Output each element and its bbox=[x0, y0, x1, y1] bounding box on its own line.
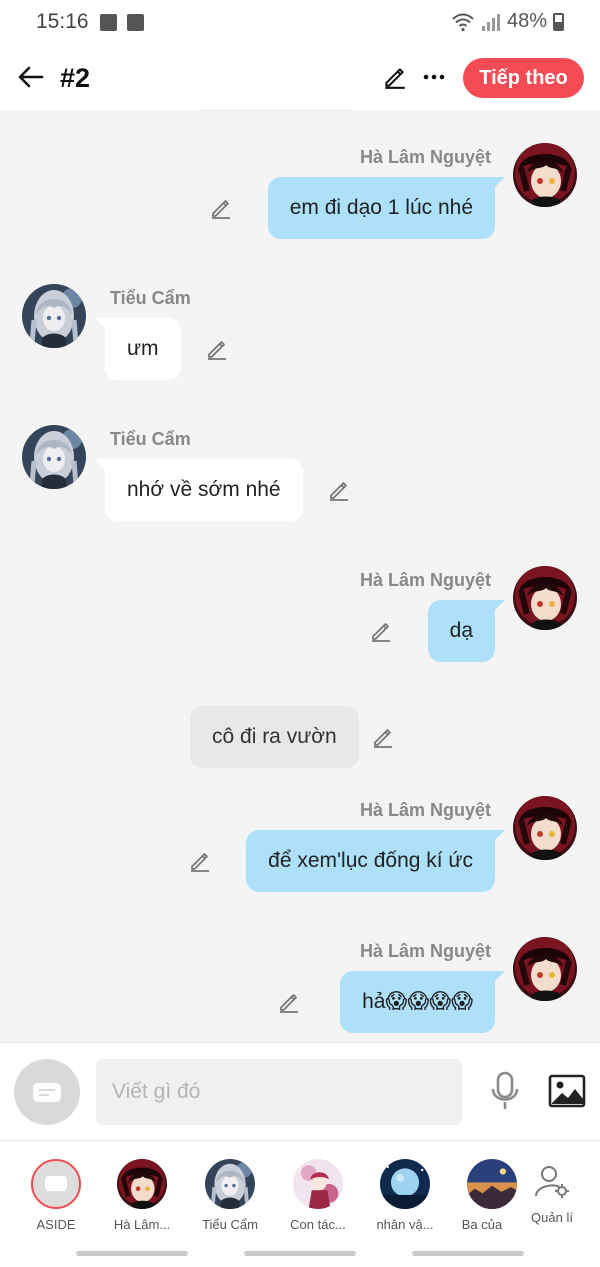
avatar[interactable] bbox=[22, 425, 86, 489]
avatar[interactable] bbox=[513, 566, 577, 630]
battery-icon bbox=[553, 12, 564, 31]
sender-name: Tiểu Cẩm bbox=[110, 288, 191, 308]
avatar[interactable] bbox=[513, 143, 577, 207]
comment-icon bbox=[33, 1083, 61, 1102]
character-label: Hà Lâm... bbox=[113, 1217, 171, 1232]
image-icon bbox=[100, 14, 117, 31]
sender-name: Tiểu Cẩm bbox=[110, 429, 191, 449]
character-item[interactable]: Tiểu Cẩm bbox=[190, 1159, 270, 1232]
signal-icon bbox=[481, 13, 500, 31]
microphone-icon[interactable] bbox=[488, 1071, 522, 1111]
message-bubble[interactable]: em đi dạo 1 lúc nhé bbox=[267, 177, 506, 239]
back-arrow-icon[interactable] bbox=[16, 62, 46, 92]
avatar bbox=[117, 1159, 167, 1209]
page-title: #2 bbox=[60, 63, 91, 93]
edit-message-icon[interactable] bbox=[371, 725, 395, 749]
nav-handle bbox=[76, 1251, 188, 1256]
character-item[interactable]: Ba của bbox=[447, 1159, 517, 1232]
chat-area: Hà Lâm Nguyệt em đi dạo 1 lúc nhé Tiểu C… bbox=[0, 110, 600, 1042]
sender-name: Hà Lâm Nguyệt bbox=[359, 147, 491, 167]
next-button[interactable]: Tiếp theo bbox=[463, 58, 584, 98]
edit-message-icon[interactable] bbox=[205, 337, 229, 361]
edit-icon[interactable] bbox=[382, 64, 408, 90]
character-aside[interactable]: ASIDE bbox=[16, 1159, 96, 1232]
avatar bbox=[293, 1159, 343, 1209]
message-bubble[interactable]: để xem'lục đống kí ức bbox=[246, 830, 505, 892]
avatar bbox=[205, 1159, 255, 1209]
edit-message-icon[interactable] bbox=[327, 478, 351, 502]
message-bubble[interactable]: dạ bbox=[427, 600, 506, 662]
wifi-icon bbox=[452, 13, 474, 31]
aside-avatar bbox=[31, 1159, 81, 1209]
manage-user-icon bbox=[535, 1166, 569, 1198]
character-label: Con tác... bbox=[290, 1217, 346, 1232]
character-item[interactable]: Hà Lâm... bbox=[102, 1159, 182, 1232]
avatar[interactable] bbox=[513, 796, 577, 860]
app-header: #2 Tiếp theo bbox=[0, 46, 600, 110]
character-label: nhân vậ... bbox=[376, 1217, 434, 1232]
nav-handle bbox=[244, 1251, 356, 1256]
check-square-icon bbox=[127, 14, 144, 31]
avatar bbox=[467, 1159, 517, 1209]
status-time: 15:16 bbox=[36, 10, 89, 33]
edit-message-icon[interactable] bbox=[277, 990, 301, 1014]
partial-message-bubble bbox=[188, 110, 364, 111]
edit-message-icon[interactable] bbox=[188, 849, 212, 873]
character-item[interactable]: Con tác... bbox=[278, 1159, 358, 1232]
message-bubble[interactable]: hả😱😱😱😱 bbox=[340, 971, 505, 1033]
message-bubble[interactable]: nhớ về sớm nhé bbox=[95, 459, 303, 521]
sender-name: Hà Lâm Nguyệt bbox=[359, 800, 491, 820]
character-label: ASIDE bbox=[36, 1217, 76, 1232]
more-options-icon[interactable] bbox=[421, 64, 447, 90]
manage-characters-button[interactable]: Quản lí bbox=[512, 1159, 592, 1225]
character-bar: ASIDE Hà Lâm... Tiểu Cẩm Con tác... nhân… bbox=[0, 1140, 600, 1267]
character-item[interactable]: nhân vậ... bbox=[365, 1159, 445, 1232]
narration-bubble[interactable]: cô đi ra vườn bbox=[190, 706, 359, 768]
avatar[interactable] bbox=[513, 937, 577, 1001]
message-bubble[interactable]: ưm bbox=[95, 318, 181, 380]
input-bar bbox=[0, 1042, 600, 1140]
manage-label: Quản lí bbox=[531, 1210, 573, 1225]
image-upload-icon[interactable] bbox=[548, 1074, 586, 1108]
nav-handle bbox=[412, 1251, 524, 1256]
edit-message-icon[interactable] bbox=[209, 196, 233, 220]
message-input[interactable] bbox=[96, 1059, 462, 1125]
edit-message-icon[interactable] bbox=[369, 619, 393, 643]
aside-toggle-button[interactable] bbox=[14, 1059, 80, 1125]
avatar[interactable] bbox=[22, 284, 86, 348]
avatar bbox=[380, 1159, 430, 1209]
battery-percent: 48% bbox=[506, 10, 547, 32]
sender-name: Hà Lâm Nguyệt bbox=[359, 941, 491, 961]
character-label: Tiểu Cẩm bbox=[202, 1217, 258, 1232]
status-bar: 15:16 48% bbox=[0, 0, 600, 46]
sender-name: Hà Lâm Nguyệt bbox=[359, 570, 491, 590]
character-label: Ba của bbox=[461, 1217, 503, 1232]
